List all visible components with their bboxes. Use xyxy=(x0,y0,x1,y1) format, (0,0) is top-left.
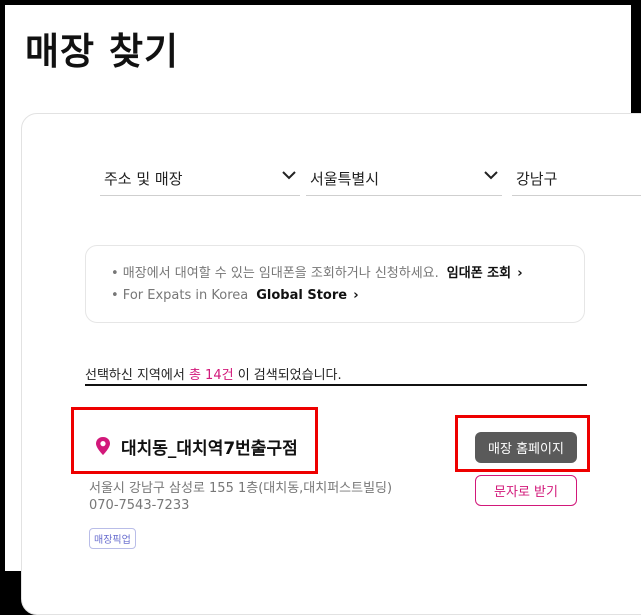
pickup-badge: 매장픽업 xyxy=(89,528,136,549)
rental-notice-row: • 매장에서 대여할 수 있는 임대폰을 조회하거나 신청하세요. 임대폰 조회 … xyxy=(111,262,523,281)
chevron-down-icon xyxy=(484,171,498,180)
chevron-down-icon xyxy=(282,171,296,180)
chevron-right-icon: › xyxy=(353,288,359,303)
rental-notice-text: • 매장에서 대여할 수 있는 임대폰을 조회하거나 신청하세요. xyxy=(111,266,439,281)
result-count: 총 14건 xyxy=(188,368,234,383)
chevron-right-icon: › xyxy=(517,266,523,281)
result-suffix: 이 검색되었습니다. xyxy=(233,368,342,383)
city-select[interactable]: 서울특별시 xyxy=(306,156,502,196)
result-prefix: 선택하신 지역에서 xyxy=(85,368,189,383)
expats-notice-text: • For Expats in Korea xyxy=(111,288,249,303)
store-address: 서울시 강남구 삼성로 155 1층(대치동,대치퍼스트빌딩) xyxy=(89,481,393,496)
receive-by-sms-button[interactable]: 문자로 받기 xyxy=(475,475,577,506)
page-title: 매장 찾기 xyxy=(25,30,180,73)
search-result-summary: 선택하신 지역에서 총 14건 이 검색되었습니다. xyxy=(85,364,342,383)
store-phone: 070-7543-7233 xyxy=(89,498,190,513)
search-type-value: 주소 및 매장 xyxy=(104,170,183,188)
city-value: 서울특별시 xyxy=(310,170,380,188)
info-notice-box: • 매장에서 대여할 수 있는 임대폰을 조회하거나 신청하세요. 임대폰 조회 … xyxy=(85,245,585,323)
rental-phone-link[interactable]: 임대폰 조회 xyxy=(447,266,511,281)
global-store-link[interactable]: Global Store xyxy=(256,288,347,303)
district-value: 강남구 xyxy=(516,170,558,188)
district-select[interactable]: 강남구 xyxy=(512,156,641,196)
highlight-store-name xyxy=(71,407,318,474)
highlight-homepage-button xyxy=(455,415,590,472)
expats-notice-row: • For Expats in Korea Global Store › xyxy=(111,288,359,303)
result-divider xyxy=(85,384,587,386)
search-type-select[interactable]: 주소 및 매장 xyxy=(100,156,300,196)
